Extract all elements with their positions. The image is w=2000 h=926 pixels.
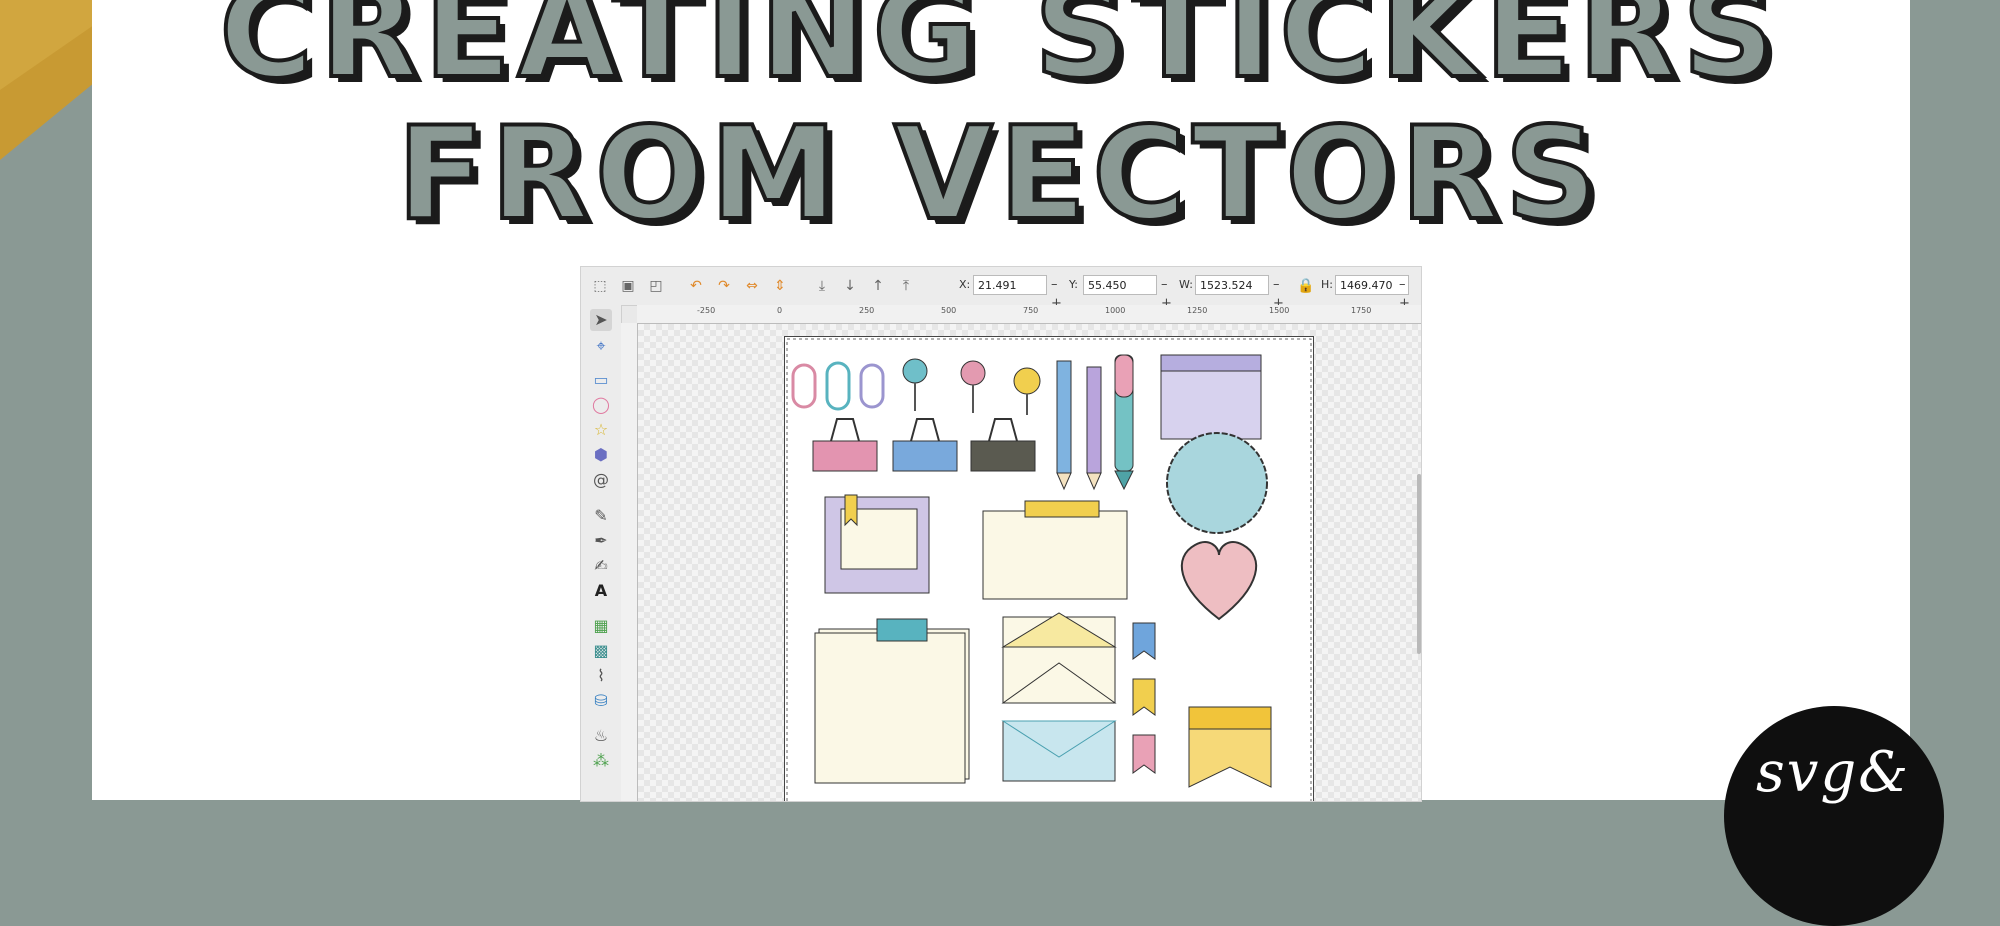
framed-note xyxy=(824,494,930,594)
yellow-banner xyxy=(1188,706,1272,788)
pencils xyxy=(1056,354,1134,491)
gradient-tool-icon[interactable]: ▦ xyxy=(590,615,612,637)
rectangle-tool-icon[interactable]: ▭ xyxy=(590,369,612,391)
ruler-number: 1500 xyxy=(1269,306,1290,315)
w-field[interactable]: 1523.524 xyxy=(1195,275,1269,295)
sticky-note-top-right xyxy=(1160,354,1262,440)
page-title-line-2: FROM VECTORS xyxy=(395,98,1604,251)
w-label: W: xyxy=(1179,278,1193,291)
y-label: Y: xyxy=(1069,278,1078,291)
text-tool-icon[interactable]: A xyxy=(590,580,612,602)
flip-vertical-icon[interactable]: ⇕ xyxy=(771,277,789,295)
push-pins xyxy=(902,358,1041,415)
h-field[interactable]: 1469.470 xyxy=(1335,275,1409,295)
bookmark-flags xyxy=(1132,622,1156,774)
select-toolbar: ⬚ ▣ ◰ ↶ ↷ ⇔ ⇕ ⤓ ↓ ↑ ⤒ X: 21.491 – + Y: 5… xyxy=(581,267,1421,311)
deselect-icon[interactable]: ◰ xyxy=(647,277,665,295)
paint-bucket-tool-icon[interactable]: ⛁ xyxy=(590,690,612,712)
ruler-number: -250 xyxy=(697,306,716,315)
select-all-icon[interactable]: ⬚ xyxy=(591,277,609,295)
inkscape-window: ⬚ ▣ ◰ ↶ ↷ ⇔ ⇕ ⤓ ↓ ↑ ⤒ X: 21.491 – + Y: 5… xyxy=(580,266,1422,802)
node-tool-icon[interactable]: ⌖ xyxy=(590,335,612,357)
horizontal-ruler: -250 0 250 500 750 1000 1250 1500 1750 xyxy=(637,305,1421,324)
rotate-cw-icon[interactable]: ↷ xyxy=(715,277,733,295)
h-label: H: xyxy=(1321,278,1333,291)
3d-box-tool-icon[interactable]: ⬢ xyxy=(590,444,612,466)
calligraphy-tool-icon[interactable]: ✍ xyxy=(590,555,612,577)
selector-tool-icon[interactable]: ➤ xyxy=(590,309,612,331)
raise-icon[interactable]: ↑ xyxy=(869,277,887,295)
ruler-number: 1750 xyxy=(1351,306,1372,315)
ruler-number: 250 xyxy=(859,306,875,315)
spray-tool-icon[interactable]: ⁂ xyxy=(590,750,612,772)
binder-clips xyxy=(812,418,1036,472)
ellipse-tool-icon[interactable]: ◯ xyxy=(590,394,612,416)
lock-icon[interactable]: 🔒 xyxy=(1297,277,1315,295)
lower-icon[interactable]: ↓ xyxy=(841,277,859,295)
heart-sticker xyxy=(1180,541,1258,621)
drawing-canvas[interactable] xyxy=(638,324,1421,801)
toolbox: ➤ ⌖ ▭ ◯ ☆ ⬢ @ ✎ ✒ ✍ A ▦ ▩ ⌇ ⛁ ♨ ⁂ xyxy=(581,305,622,801)
mesh-tool-icon[interactable]: ▩ xyxy=(590,640,612,662)
envelopes xyxy=(1001,612,1117,782)
tweak-tool-icon[interactable]: ♨ xyxy=(590,725,612,747)
w-stepper[interactable]: – + xyxy=(1273,275,1295,311)
raise-to-top-icon[interactable]: ⤒ xyxy=(897,277,915,295)
ruler-number: 1250 xyxy=(1187,306,1208,315)
page-title-line-1: CREATING STICKERS xyxy=(217,0,1781,109)
y-field[interactable]: 55.450 xyxy=(1083,275,1157,295)
taped-note xyxy=(982,500,1128,600)
paper-clips xyxy=(791,361,885,411)
spiral-tool-icon[interactable]: @ xyxy=(590,469,612,491)
brand-logo-badge: svg& xyxy=(1724,706,1944,926)
sticker-artwork[interactable] xyxy=(785,337,1313,802)
flip-horizontal-icon[interactable]: ⇔ xyxy=(743,277,761,295)
ruler-number: 750 xyxy=(1023,306,1039,315)
pencil-tool-icon[interactable]: ✎ xyxy=(590,505,612,527)
dropper-tool-icon[interactable]: ⌇ xyxy=(590,665,612,687)
select-in-all-layers-icon[interactable]: ▣ xyxy=(619,277,637,295)
ruler-number: 1000 xyxy=(1105,306,1126,315)
vertical-ruler xyxy=(621,323,638,801)
lower-to-bottom-icon[interactable]: ⤓ xyxy=(813,277,831,295)
ruler-number: 0 xyxy=(777,306,783,315)
brand-logo-text: svg& xyxy=(1756,740,1911,805)
notepad-with-clip xyxy=(814,618,970,784)
h-stepper[interactable]: – + xyxy=(1399,275,1421,311)
pen-tool-icon[interactable]: ✒ xyxy=(590,530,612,552)
rotate-ccw-icon[interactable]: ↶ xyxy=(687,277,705,295)
document-page xyxy=(784,336,1314,802)
x-field[interactable]: 21.491 xyxy=(973,275,1047,295)
scalloped-badge xyxy=(1166,432,1268,534)
vertical-scrollbar[interactable] xyxy=(1417,474,1421,654)
ruler-number: 500 xyxy=(941,306,957,315)
x-label: X: xyxy=(959,278,971,291)
star-tool-icon[interactable]: ☆ xyxy=(590,419,612,441)
